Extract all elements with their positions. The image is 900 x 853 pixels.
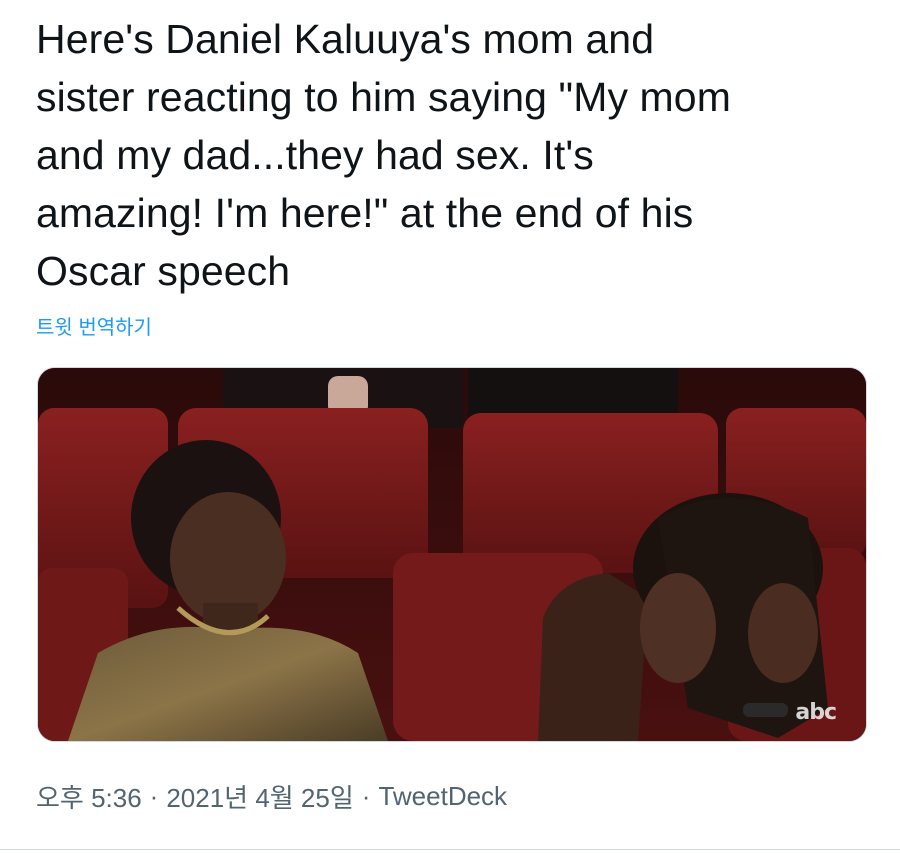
meta-separator: · <box>361 781 371 811</box>
translate-tweet-link[interactable]: 트윗 번역하기 <box>36 311 152 340</box>
tweet-source[interactable]: TweetDeck <box>378 781 507 812</box>
tweet-text: Here's Daniel Kaluuya's mom and sister r… <box>36 16 731 294</box>
meta-separator: · <box>149 781 159 811</box>
tweet-media-image[interactable]: abc <box>37 367 867 742</box>
divider <box>0 849 900 850</box>
tweet-time[interactable]: 오후 5:36 <box>36 778 142 815</box>
tweet-metadata: 오후 5:36 · 2021년 4월 25일 · TweetDeck <box>36 778 507 815</box>
abc-logo-watermark: abc <box>795 700 837 725</box>
video-still-illustration <box>38 368 866 741</box>
tweet-date[interactable]: 2021년 4월 25일 <box>166 778 353 815</box>
